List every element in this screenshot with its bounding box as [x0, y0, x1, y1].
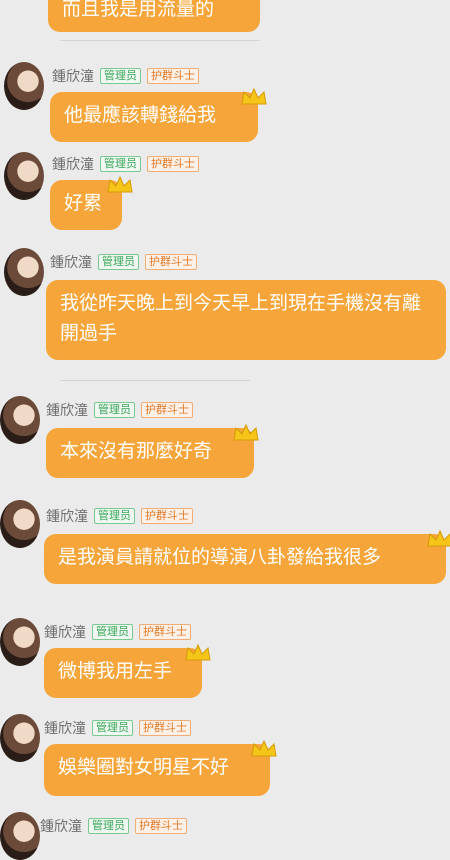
guard-badge: 护群斗士	[139, 624, 191, 640]
avatar[interactable]	[0, 812, 40, 860]
message-text: 我從昨天晚上到今天早上到現在手機沒有離開過手	[60, 292, 422, 344]
sender-name[interactable]: 鍾欣潼	[44, 622, 86, 642]
guard-badge: 护群斗士	[141, 402, 193, 418]
crown-icon	[427, 529, 450, 547]
sender-name[interactable]: 鍾欣潼	[52, 154, 94, 174]
crown-icon	[185, 643, 211, 661]
sender-name[interactable]: 鍾欣潼	[52, 66, 94, 86]
avatar[interactable]	[0, 618, 40, 666]
admin-badge: 管理员	[92, 720, 133, 736]
admin-badge: 管理员	[100, 68, 141, 84]
message-text: 而且我是用流量的	[62, 0, 215, 20]
sender-name[interactable]: 鍾欣潼	[46, 400, 88, 420]
chat-thread: 而且我是用流量的 鍾欣潼 管理员 护群斗士 他最應該轉錢給我 鍾欣潼 管理员 护…	[0, 0, 450, 860]
admin-badge: 管理员	[94, 508, 135, 524]
admin-badge: 管理员	[98, 254, 139, 270]
sender-name[interactable]: 鍾欣潼	[40, 816, 82, 836]
guard-badge: 护群斗士	[145, 254, 197, 270]
admin-badge: 管理员	[92, 624, 133, 640]
admin-badge: 管理员	[94, 402, 135, 418]
admin-badge: 管理员	[100, 156, 141, 172]
message-text: 微博我用左手	[58, 660, 173, 682]
message-bubble[interactable]: 他最應該轉錢給我	[50, 92, 258, 142]
message-text: 他最應該轉錢給我	[64, 104, 217, 126]
crown-icon	[251, 739, 277, 757]
message-bubble[interactable]: 是我演員請就位的導演八卦發給我很多	[44, 534, 446, 584]
message-text: 娛樂圈對女明星不好	[58, 756, 230, 778]
guard-badge: 护群斗士	[139, 720, 191, 736]
message-text: 本來沒有那麼好奇	[60, 440, 213, 462]
avatar[interactable]	[0, 500, 40, 548]
sender-name[interactable]: 鍾欣潼	[50, 252, 92, 272]
avatar[interactable]	[4, 62, 44, 110]
divider	[60, 380, 250, 381]
sender-name[interactable]: 鍾欣潼	[46, 506, 88, 526]
crown-icon	[241, 87, 267, 105]
divider	[60, 40, 260, 41]
message-bubble[interactable]: 本來沒有那麼好奇	[46, 428, 254, 478]
crown-icon	[233, 423, 259, 441]
avatar[interactable]	[0, 714, 40, 762]
message-text: 好累	[64, 192, 103, 214]
sender-name[interactable]: 鍾欣潼	[44, 718, 86, 738]
avatar[interactable]	[0, 396, 40, 444]
message-bubble[interactable]: 微博我用左手	[44, 648, 202, 698]
message-bubble[interactable]: 而且我是用流量的	[48, 0, 260, 32]
avatar[interactable]	[4, 152, 44, 200]
message-bubble[interactable]: 我從昨天晚上到今天早上到現在手機沒有離開過手	[46, 280, 446, 360]
guard-badge: 护群斗士	[147, 68, 199, 84]
message-bubble[interactable]: 娛樂圈對女明星不好	[44, 744, 270, 796]
guard-badge: 护群斗士	[147, 156, 199, 172]
message-text: 是我演員請就位的導演八卦發給我很多	[58, 546, 382, 568]
guard-badge: 护群斗士	[141, 508, 193, 524]
crown-icon	[107, 175, 133, 193]
avatar[interactable]	[4, 248, 44, 296]
